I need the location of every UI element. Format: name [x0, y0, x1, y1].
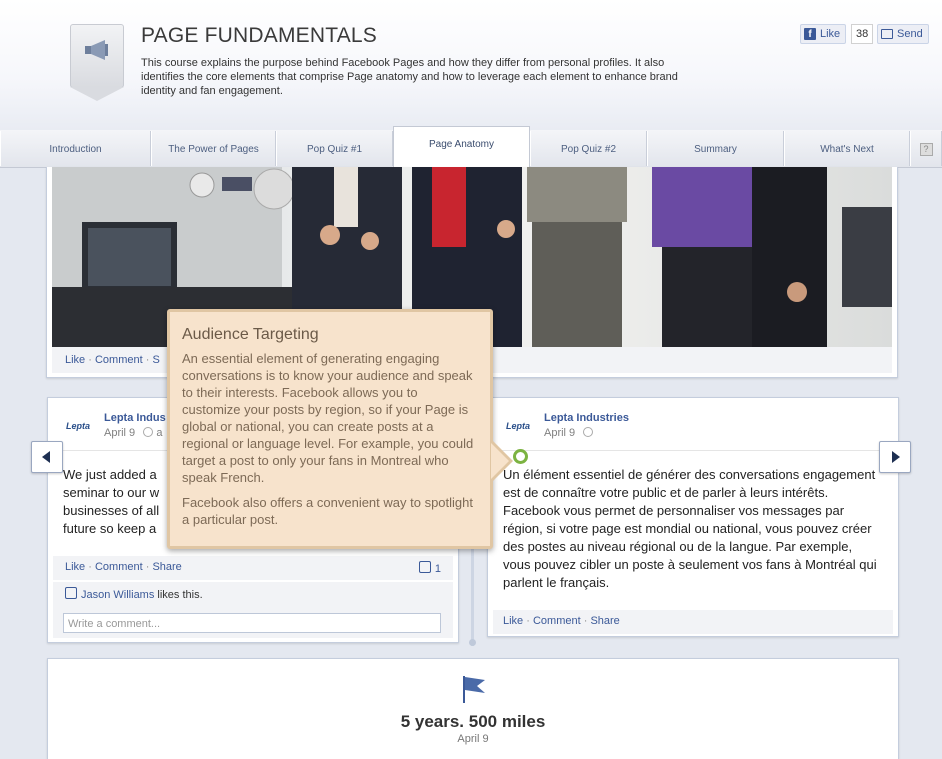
course-tab-bar: Introduction The Power of Pages Pop Quiz… [0, 126, 942, 168]
like-button-label: Like [820, 28, 841, 40]
next-arrow-button[interactable] [879, 441, 911, 473]
lepta-logo: Lepta [505, 421, 530, 431]
like-link[interactable]: Like [65, 354, 85, 366]
author-name[interactable]: Lepta Indus [104, 412, 166, 424]
milestone-date: April 9 [457, 733, 489, 745]
tab-pop-quiz-2[interactable]: Pop Quiz #2 [530, 131, 647, 166]
help-icon: ? [919, 143, 933, 156]
tab-power-of-pages[interactable]: The Power of Pages [151, 131, 276, 166]
share-link[interactable]: Share [590, 615, 619, 627]
post-author: Lepta Lepta Industries April 9 [502, 412, 629, 440]
post-actions: Like · Comment · Share [65, 561, 182, 573]
photo-post-actions: Like · Comment · S [65, 354, 160, 366]
post-date-suffix: a [156, 427, 163, 439]
globe-icon [143, 427, 154, 437]
tab-pop-quiz-1[interactable]: Pop Quiz #1 [276, 131, 393, 166]
post-author: Lepta Lepta Indus April 9 a [62, 412, 166, 440]
globe-icon [583, 427, 594, 437]
post-actions: Like · Comment · Share [503, 615, 620, 627]
like-count-bubble: 38 [851, 24, 874, 44]
tooltip-title: Audience Targeting [182, 326, 319, 343]
likes-summary: Jason Williams likes this. [65, 587, 203, 601]
timeline-dot [469, 639, 476, 646]
comment-link[interactable]: Comment [95, 561, 143, 573]
comment-input[interactable]: Write a comment... [63, 613, 441, 633]
previous-arrow-button[interactable] [31, 441, 63, 473]
facebook-like-button[interactable]: f Like [800, 24, 847, 44]
french-post-card: Lepta Lepta Industries April 9 Un élémen… [487, 397, 899, 637]
page-title: PAGE FUNDAMENTALS [141, 24, 377, 47]
arrow-left-icon [42, 451, 50, 463]
tab-summary[interactable]: Summary [647, 131, 784, 166]
send-button-label: Send [897, 28, 923, 40]
milestone-title: 5 years. 500 miles [400, 712, 546, 731]
comment-link[interactable]: Comment [533, 615, 581, 627]
course-badge [70, 24, 124, 101]
tab-introduction[interactable]: Introduction [0, 131, 151, 166]
like-counter[interactable]: 1 [418, 561, 441, 575]
post-date[interactable]: April 9 [104, 427, 135, 439]
facebook-icon: f [804, 28, 816, 40]
tooltip-body: An essential element of generating engag… [182, 351, 474, 527]
arrow-right-icon [892, 451, 900, 463]
message-icon [881, 29, 893, 39]
share-link[interactable]: Share [152, 561, 181, 573]
post-text: Un élément essentiel de générer des conv… [503, 467, 877, 590]
liker-name[interactable]: Jason Williams [81, 589, 154, 601]
milestone-card: 5 years. 500 miles April 9 [47, 658, 899, 759]
thumbs-up-icon [418, 561, 431, 573]
audience-targeting-tooltip: Audience Targeting An essential element … [167, 309, 513, 549]
thumbs-up-icon [65, 587, 77, 599]
help-tab[interactable]: ? [910, 131, 942, 166]
share-link[interactable]: S [152, 354, 159, 366]
comment-link[interactable]: Comment [95, 354, 143, 366]
course-description: This course explains the purpose behind … [141, 57, 678, 97]
post-date[interactable]: April 9 [544, 427, 575, 439]
lepta-logo: Lepta [65, 421, 90, 431]
flag-icon [463, 676, 485, 703]
tab-whats-next[interactable]: What's Next [784, 131, 910, 166]
facebook-send-button[interactable]: Send [877, 24, 929, 44]
like-link[interactable]: Like [503, 615, 523, 627]
like-link[interactable]: Like [65, 561, 85, 573]
megaphone-icon [85, 40, 108, 60]
hotspot-marker[interactable] [513, 449, 528, 464]
author-name[interactable]: Lepta Industries [544, 412, 629, 424]
course-header: PAGE FUNDAMENTALS This course explains t… [0, 0, 942, 131]
tab-page-anatomy[interactable]: Page Anatomy [393, 126, 530, 167]
